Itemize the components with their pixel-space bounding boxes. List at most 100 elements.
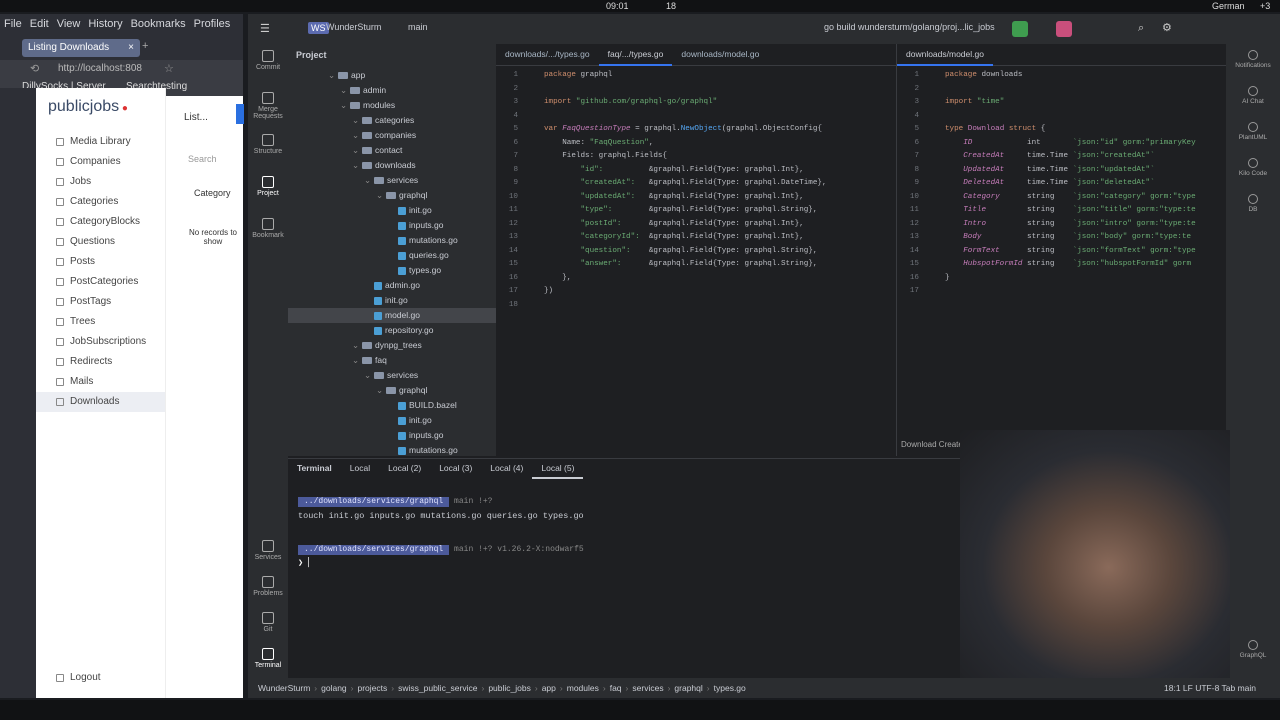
sidebar-item-trees[interactable]: Trees: [36, 312, 165, 332]
chevron-down-icon[interactable]: ⌄: [364, 173, 374, 188]
chevron-down-icon[interactable]: ⌄: [376, 383, 386, 398]
tree-folder[interactable]: ⌄ services: [288, 173, 496, 188]
sidebar-item-media library[interactable]: Media Library: [36, 132, 165, 152]
branch-selector[interactable]: main: [408, 22, 428, 32]
tool-merge-requests[interactable]: Merge Requests: [248, 86, 288, 128]
main-menu-icon[interactable]: ☰: [260, 22, 270, 35]
tool-kilo-code[interactable]: Kilo Code: [1226, 152, 1280, 188]
tree-folder[interactable]: ⌄ faq: [288, 353, 496, 368]
sidebar-item-categories[interactable]: Categories: [36, 192, 165, 212]
terminal-tab[interactable]: Local: [341, 459, 379, 477]
tree-folder[interactable]: ⌄ services: [288, 368, 496, 383]
sidebar-item-jobsubscriptions[interactable]: JobSubscriptions: [36, 332, 165, 352]
tool-graphql[interactable]: GraphQL: [1226, 634, 1280, 670]
editor-tab[interactable]: downloads/model.go: [897, 44, 993, 66]
tree-file[interactable]: BUILD.bazel: [288, 398, 496, 413]
status-breadcrumb-item[interactable]: projects: [358, 683, 388, 693]
tool-structure[interactable]: Structure: [248, 128, 288, 170]
terminal-tab[interactable]: Local (2): [379, 459, 430, 477]
status-breadcrumb-item[interactable]: graphql: [674, 683, 702, 693]
tree-folder[interactable]: ⌄ dynpg_trees: [288, 338, 496, 353]
tool-git[interactable]: Git: [248, 606, 288, 642]
tree-file[interactable]: init.go: [288, 413, 496, 428]
terminal-tab[interactable]: Local (5): [532, 459, 584, 479]
debug-icon[interactable]: [1056, 21, 1072, 37]
menu-file[interactable]: File: [0, 14, 26, 34]
status-breadcrumb-item[interactable]: public_jobs: [488, 683, 531, 693]
create-button[interactable]: [236, 104, 244, 124]
tree-folder[interactable]: ⌄ categories: [288, 113, 496, 128]
chevron-down-icon[interactable]: ⌄: [364, 368, 374, 383]
chevron-down-icon[interactable]: ⌄: [352, 113, 362, 128]
sidebar-item-redirects[interactable]: Redirects: [36, 352, 165, 372]
run-icon[interactable]: [1012, 21, 1028, 37]
tool-ai-chat[interactable]: AI Chat: [1226, 80, 1280, 116]
tree-file[interactable]: mutations.go: [288, 233, 496, 248]
editor-tab[interactable]: downloads/model.go: [672, 44, 768, 64]
menu-bookmarks[interactable]: Bookmarks: [127, 14, 190, 34]
tool-problems[interactable]: Problems: [248, 570, 288, 606]
sidebar-item-posttags[interactable]: PostTags: [36, 292, 165, 312]
tree-folder[interactable]: ⌄ graphql: [288, 188, 496, 203]
status-breadcrumb-item[interactable]: golang: [321, 683, 347, 693]
status-breadcrumb-item[interactable]: swiss_public_service: [398, 683, 477, 693]
chevron-down-icon[interactable]: ⌄: [340, 83, 350, 98]
tool-services[interactable]: Services: [248, 534, 288, 570]
url-text[interactable]: http://localhost:808: [58, 63, 142, 74]
gear-icon[interactable]: ⚙: [1162, 21, 1172, 34]
tree-file[interactable]: queries.go: [288, 248, 496, 263]
project-panel-title[interactable]: Project: [288, 44, 496, 66]
editor-tab[interactable]: downloads/.../types.go: [496, 44, 599, 64]
chevron-down-icon[interactable]: ⌄: [352, 128, 362, 143]
tree-file[interactable]: init.go: [288, 293, 496, 308]
tool-notifications[interactable]: Notifications: [1226, 44, 1280, 80]
volume-indicator[interactable]: +3: [1260, 1, 1270, 11]
editor-tab[interactable]: faq/.../types.go: [598, 44, 673, 66]
chevron-down-icon[interactable]: ⌄: [376, 188, 386, 203]
url-bar[interactable]: ⟲ http://localhost:808 ☆: [0, 60, 243, 78]
tree-folder[interactable]: ⌄ companies: [288, 128, 496, 143]
chevron-down-icon[interactable]: ⌄: [328, 68, 338, 83]
sidebar-item-companies[interactable]: Companies: [36, 152, 165, 172]
tool-commit[interactable]: Commit: [248, 44, 288, 86]
tree-folder[interactable]: ⌄ graphql: [288, 383, 496, 398]
sidebar-item-downloads[interactable]: Downloads: [36, 392, 165, 412]
chevron-down-icon[interactable]: ⌄: [352, 353, 362, 368]
back-icon[interactable]: ⟲: [30, 62, 39, 75]
chevron-down-icon[interactable]: ⌄: [352, 143, 362, 158]
menu-history[interactable]: History: [84, 14, 126, 34]
status-right[interactable]: 18:1 LF UTF-8 Tab main: [1164, 678, 1256, 698]
project-name[interactable]: WunderSturm: [326, 22, 381, 32]
status-breadcrumb-item[interactable]: types.go: [714, 683, 746, 693]
tool-terminal[interactable]: Terminal: [248, 642, 288, 678]
tree-folder[interactable]: ⌄ app: [288, 68, 496, 83]
category-column-header[interactable]: Category: [194, 188, 231, 198]
tree-file[interactable]: model.go: [288, 308, 496, 323]
tree-folder[interactable]: ⌄ downloads: [288, 158, 496, 173]
menu-profiles[interactable]: Profiles: [190, 14, 235, 34]
search-icon[interactable]: ⌕: [1138, 22, 1144, 35]
terminal-tab[interactable]: Local (3): [430, 459, 481, 477]
sidebar-item-postcategories[interactable]: PostCategories: [36, 272, 165, 292]
status-breadcrumb-item[interactable]: WunderSturm: [258, 683, 310, 693]
language-indicator[interactable]: German: [1212, 1, 1245, 11]
chevron-down-icon[interactable]: ⌄: [352, 158, 362, 173]
status-breadcrumb-item[interactable]: services: [632, 683, 663, 693]
search-input[interactable]: Search: [188, 154, 217, 164]
status-breadcrumb-item[interactable]: faq: [610, 683, 622, 693]
bookmark-star-icon[interactable]: ☆: [164, 62, 174, 75]
editor-right[interactable]: downloads/model.go 1 package downloads 2 3 i…: [896, 44, 1226, 456]
tree-file[interactable]: types.go: [288, 263, 496, 278]
tree-file[interactable]: inputs.go: [288, 428, 496, 443]
menu-view[interactable]: View: [53, 14, 85, 34]
tree-file[interactable]: admin.go: [288, 278, 496, 293]
tree-folder[interactable]: ⌄ admin: [288, 83, 496, 98]
chevron-down-icon[interactable]: ⌄: [352, 338, 362, 353]
tool-bookmark[interactable]: Bookmark: [248, 212, 288, 254]
tree-file[interactable]: mutations.go: [288, 443, 496, 458]
new-tab-icon[interactable]: +: [142, 40, 148, 52]
chevron-down-icon[interactable]: ⌄: [340, 98, 350, 113]
sidebar-item-posts[interactable]: Posts: [36, 252, 165, 272]
tool-db[interactable]: DB: [1226, 188, 1280, 224]
sidebar-item-mails[interactable]: Mails: [36, 372, 165, 392]
